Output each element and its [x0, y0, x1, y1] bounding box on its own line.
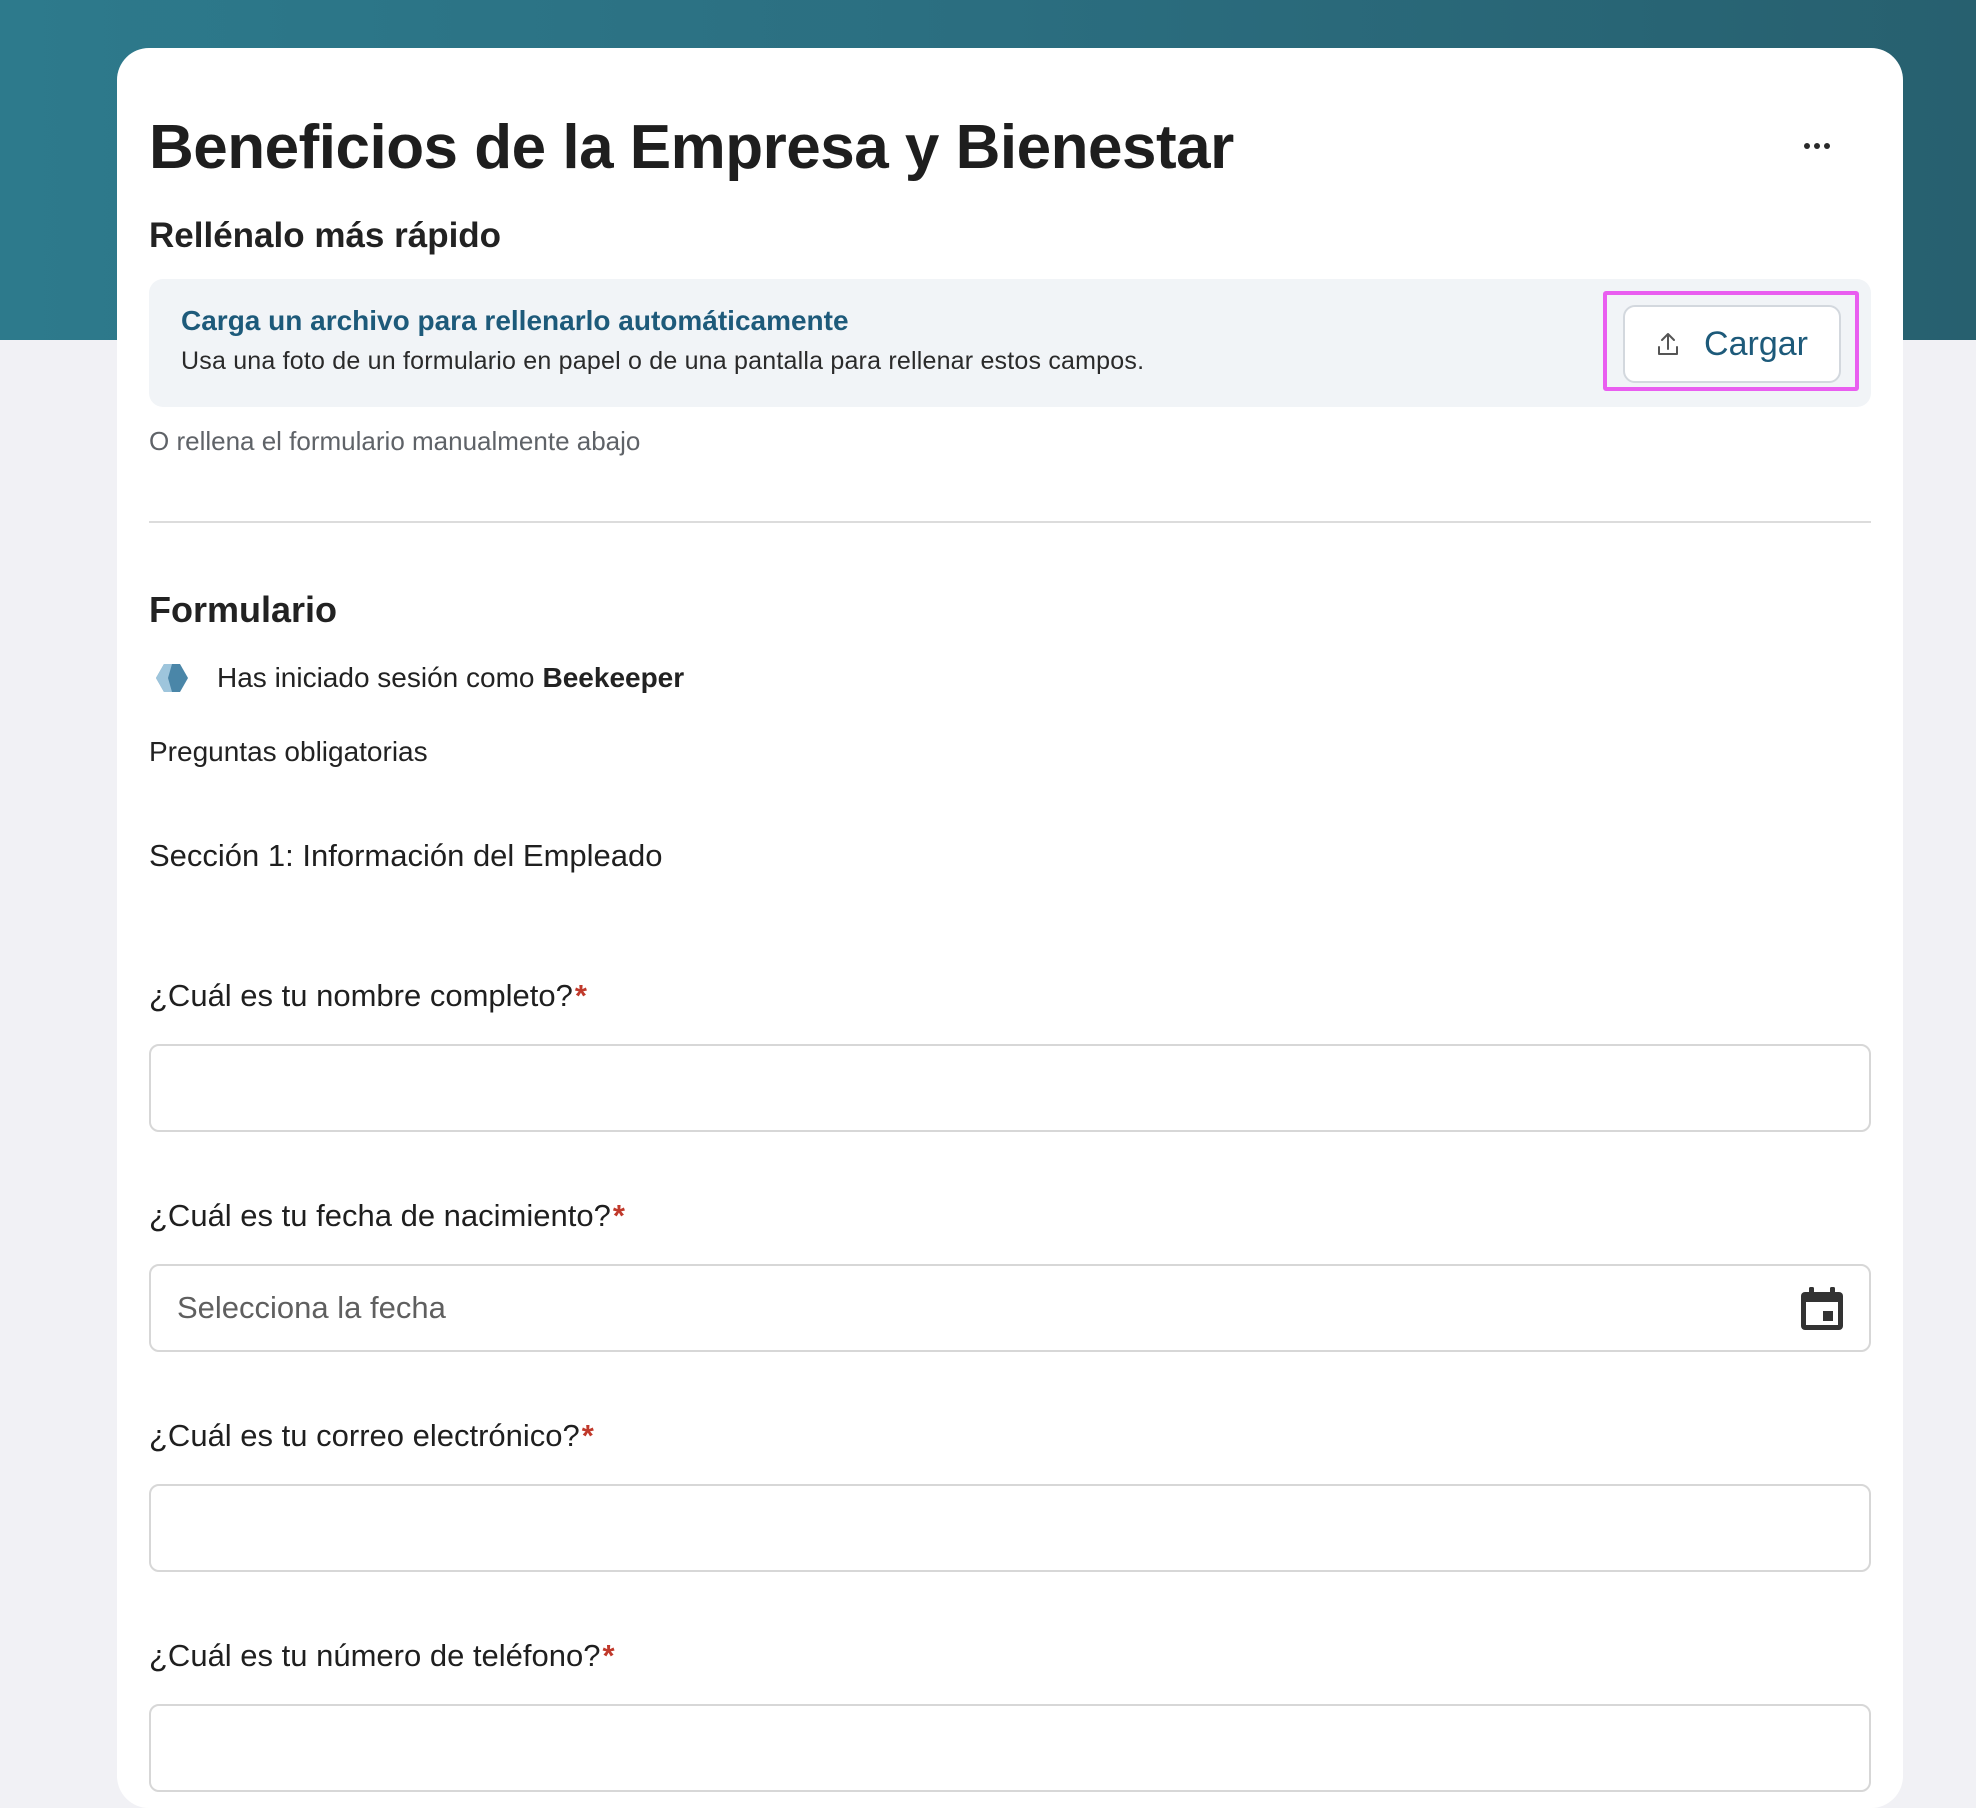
email-input[interactable] [151, 1486, 1869, 1570]
question-text: ¿Cuál es tu correo electrónico? [149, 1418, 580, 1453]
form-section-heading: Formulario [149, 589, 338, 630]
upload-button[interactable]: Cargar [1623, 305, 1841, 383]
beekeeper-logo-icon [156, 664, 188, 692]
upload-title: Carga un archivo para rellenarlo automát… [181, 305, 849, 336]
upload-button-label: Cargar [1704, 324, 1808, 363]
fill-faster-heading: Rellénalo más rápido [149, 216, 502, 255]
form-title: Beneficios de la Empresa y Bienestar [149, 113, 1234, 182]
full-name-input[interactable] [151, 1046, 1869, 1130]
divider [149, 521, 1871, 523]
signed-in-status: Has iniciado sesión como Beekeeper [149, 662, 1871, 694]
required-mark: * [574, 978, 587, 1013]
required-questions-note: Preguntas obligatorias [149, 736, 428, 767]
section-title: Sección 1: Información del Empleado [149, 838, 663, 873]
upload-highlight: Cargar [1603, 291, 1859, 391]
manual-fill-note: O rellena el formulario manualmente abaj… [149, 426, 641, 456]
phone-input[interactable] [151, 1706, 1869, 1790]
question-label-phone: ¿Cuál es tu número de teléfono?* [149, 1638, 1871, 1674]
more-options-icon[interactable] [1789, 118, 1845, 174]
question-text: ¿Cuál es tu fecha de nacimiento? [149, 1198, 611, 1233]
question-text: ¿Cuál es tu número de teléfono? [149, 1638, 601, 1673]
required-mark: * [612, 1198, 625, 1233]
full-name-field [149, 1044, 1871, 1132]
calendar-icon[interactable] [1799, 1286, 1845, 1332]
birth-date-field [149, 1264, 1871, 1352]
question-label-email: ¿Cuál es tu correo electrónico?* [149, 1418, 1871, 1454]
required-mark: * [602, 1638, 615, 1673]
signed-in-user: Beekeeper [542, 662, 685, 693]
upload-description: Usa una foto de un formulario en papel o… [181, 347, 1145, 375]
upload-panel: Carga un archivo para rellenarlo automát… [149, 279, 1871, 407]
phone-field [149, 1704, 1871, 1792]
question-text: ¿Cuál es tu nombre completo? [149, 978, 573, 1013]
birth-date-input[interactable] [151, 1266, 1869, 1350]
upload-icon [1658, 333, 1679, 355]
email-field [149, 1484, 1871, 1572]
question-label-birth-date: ¿Cuál es tu fecha de nacimiento?* [149, 1198, 1871, 1234]
signed-in-prefix: Has iniciado sesión como [217, 662, 535, 693]
required-mark: * [581, 1418, 594, 1453]
form-card: Beneficios de la Empresa y Bienestar Rel… [117, 48, 1903, 1808]
question-label-full-name: ¿Cuál es tu nombre completo?* [149, 978, 1871, 1014]
